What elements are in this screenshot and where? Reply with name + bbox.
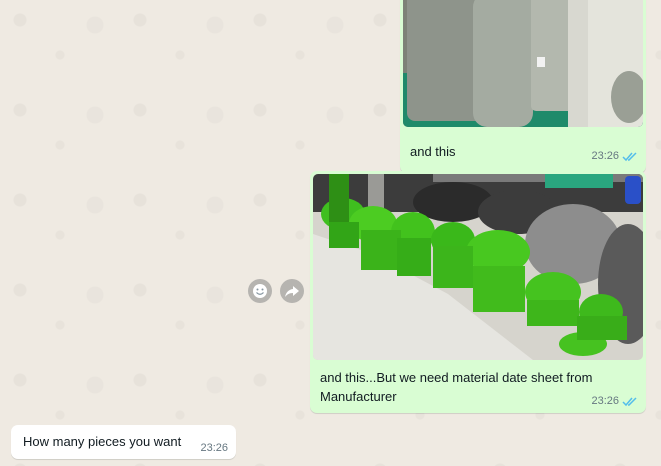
message-text: How many pieces you want — [23, 434, 182, 449]
message-meta: 23:26 — [591, 150, 638, 162]
outgoing-image-message[interactable]: and this 23:26 — [400, 0, 646, 173]
message-caption: and this — [410, 144, 456, 159]
react-emoji-button[interactable] — [248, 279, 272, 303]
message-time: 23:26 — [200, 442, 228, 454]
message-image[interactable] — [403, 0, 643, 127]
smiley-icon — [253, 284, 267, 298]
message-meta: 23:26 — [200, 442, 228, 454]
double-check-icon — [622, 396, 637, 406]
message-time: 23:26 — [591, 150, 619, 162]
message-meta: 23:26 — [591, 395, 638, 407]
forward-button[interactable] — [280, 279, 304, 303]
forward-icon — [285, 286, 299, 297]
double-check-icon — [622, 151, 637, 161]
message-caption: and this...But we need material date she… — [320, 370, 593, 404]
outgoing-image-message[interactable]: and this...But we need material date she… — [310, 171, 646, 413]
incoming-text-message[interactable]: How many pieces you want 23:26 — [11, 425, 236, 459]
message-time: 23:26 — [591, 395, 619, 407]
message-image[interactable] — [313, 174, 643, 360]
